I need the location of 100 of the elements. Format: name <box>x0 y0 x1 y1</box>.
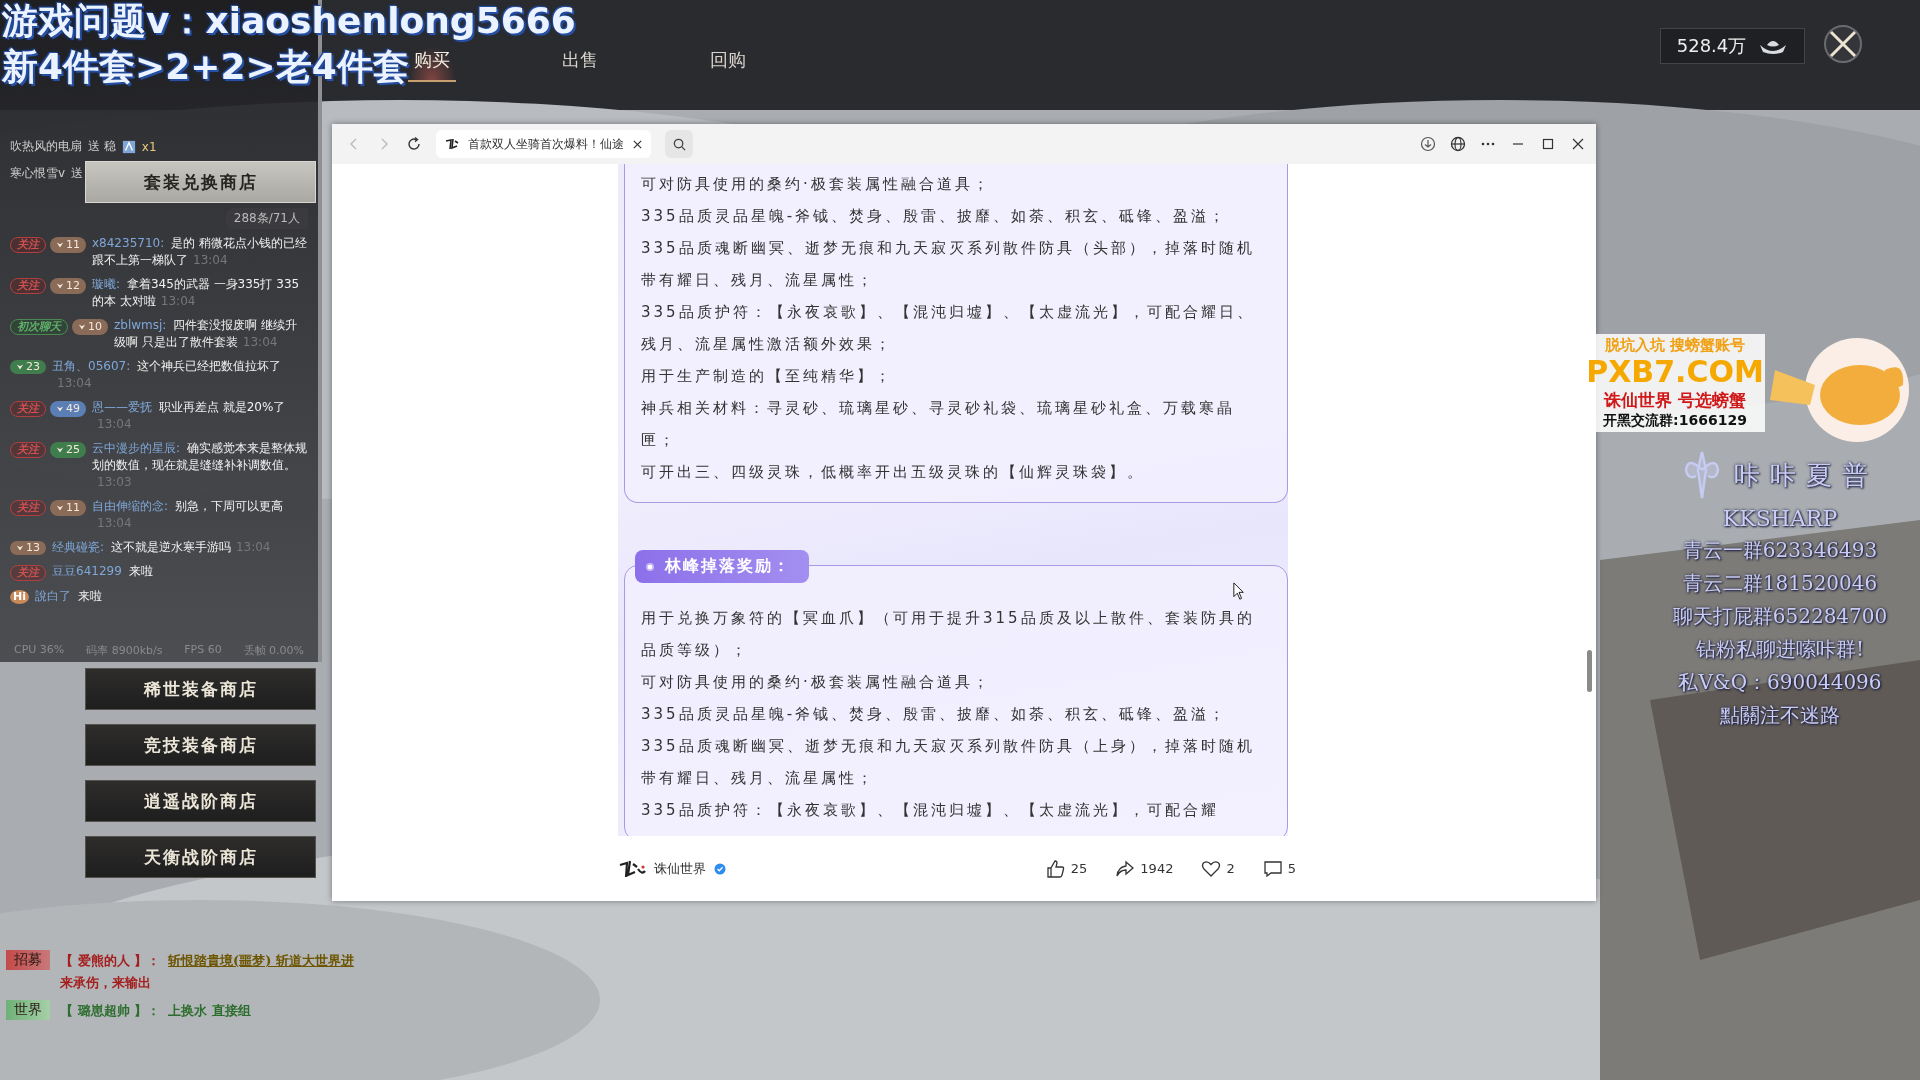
gift-icon <box>121 139 136 154</box>
shop-button[interactable]: 稀世装备商店 <box>85 668 316 710</box>
close-icon[interactable] <box>1570 136 1586 152</box>
user-tag: 关注 <box>10 278 46 294</box>
gift-count: x1 <box>141 139 157 154</box>
ribbon-icon <box>16 544 24 552</box>
world-chat-text: 来承伤，来输出 <box>60 974 151 992</box>
overlay-headline: 游戏问题v：xiaoshenlong5666 <box>2 0 576 43</box>
streamer-name: 咔咔夏普 <box>1734 458 1878 492</box>
emblem-icon <box>1682 450 1722 500</box>
ribbon-icon <box>78 323 86 331</box>
chat-message: 丑角、05607: 这个神兵已经把数值拉坏了 13:04 <box>52 358 283 392</box>
author-name[interactable]: 诛仙世界 <box>654 859 706 878</box>
globe-icon[interactable] <box>1450 136 1466 152</box>
maximize-icon[interactable] <box>1540 136 1556 152</box>
shop-button[interactable]: 逍遥战阶商店 <box>85 780 316 822</box>
chat-message: x84235710: 是的 稍微花点小钱的已经跟不上第一梯队了 13:04 <box>92 235 308 269</box>
article-line: 335品质魂断幽冥、逝梦无痕和九天寂灭系列散件防具（上身），掉落时随机带有耀日、残月、流星属性； <box>641 736 1256 789</box>
scrollbar-thumb[interactable] <box>1587 650 1592 692</box>
world-chat-text: 【 璐崽超帅 】： <box>60 1002 161 1020</box>
gift-user: 寒心恨雪v <box>10 165 66 182</box>
refresh-icon[interactable] <box>406 136 422 152</box>
chat-message: 璇曦: 拿着345的武器 一身335打 335的本 太对啦 13:04 <box>92 276 301 310</box>
ribbon-icon <box>16 363 24 371</box>
ribbon-icon <box>56 446 64 454</box>
perf-stat: 丢帧 0.00% <box>243 643 304 658</box>
shop-button[interactable]: 套装兑换商店 <box>85 161 316 203</box>
shop-tab[interactable]: 购买 <box>408 46 456 82</box>
chat-message: 說白了 来啦 <box>35 588 103 605</box>
heading-text: 林峰掉落奖励： <box>665 556 791 577</box>
user-tag: 初次聊天 <box>10 319 68 335</box>
fan-level: 13 <box>26 541 40 555</box>
gift-text: 送 稳 <box>88 138 116 155</box>
message-counter: 288条/71人 <box>225 208 308 229</box>
user-tag: 关注 <box>10 237 46 253</box>
cursor-icon <box>1233 582 1245 601</box>
download-icon[interactable] <box>1420 136 1436 152</box>
fan-level: 10 <box>88 320 102 334</box>
like-button[interactable]: 25 <box>1045 858 1088 879</box>
perf-stat: FPS 60 <box>184 643 222 658</box>
article-line: 可对防具使用的桑约·极套装属性融合道具； <box>641 174 992 195</box>
browser-tab[interactable]: 首款双人坐骑首次爆料！仙途 <box>436 130 651 158</box>
chat-link[interactable]: 斩恨踏貴境(噩梦) 斩道大世界进 <box>168 950 354 972</box>
article-line: 神兵相关材料：寻灵砂、琉璃星砂、寻灵砂礼袋、琉璃星砂礼盒、万载寒晶匣； <box>641 398 1236 451</box>
article-line: 335品质灵品星魄-斧钺、焚身、殷雷、披靡、如荼、积玄、砥锋、盈溢； <box>641 206 1229 227</box>
share-arrow-icon <box>1115 858 1136 879</box>
gift-user: 吹热风的电扇 <box>10 138 82 155</box>
comment-button[interactable]: 5 <box>1262 858 1296 879</box>
ad-group-number: 开黑交流群:1666129 <box>1603 412 1747 430</box>
overlay-subline: 新4件套>2+2>老4件套 <box>2 45 409 89</box>
world-chat-text: 【 爱熊的人 】： <box>60 952 161 970</box>
ad-tagline: 诛仙世界 号选螃蟹 <box>1604 389 1746 412</box>
ribbon-icon <box>56 504 64 512</box>
search-icon <box>671 136 687 152</box>
heart-icon <box>1201 858 1222 879</box>
ribbon-icon <box>56 405 64 413</box>
dot-icon <box>645 561 655 572</box>
comment-icon <box>1262 858 1283 879</box>
user-tag: Hi <box>10 590 29 604</box>
fan-level: 23 <box>26 360 40 374</box>
streamer-info: 聊天打屁群652284700 <box>1672 603 1888 630</box>
streamer-handle: KKSHARP <box>1722 506 1838 531</box>
article-line: 用于兑换万象符的【冥血爪】（可用于提升315品质及以上散件、套装防具的品质等级）； <box>641 608 1256 661</box>
fan-level: 12 <box>66 279 80 293</box>
ribbon-icon <box>56 241 64 249</box>
streamer-info: 青云二群181520046 <box>1682 570 1878 597</box>
streamer-info: 青云一群623346493 <box>1682 537 1878 564</box>
share-button[interactable]: 1942 <box>1115 858 1174 879</box>
channel-tag: 招募 <box>6 950 50 970</box>
close-icon[interactable] <box>1823 24 1863 64</box>
shop-tab[interactable]: 出售 <box>556 46 604 82</box>
close-icon[interactable] <box>632 138 643 150</box>
article-line: 可开出三、四级灵珠，低概率开出五级灵珠的【仙辉灵珠袋】。 <box>641 462 1146 483</box>
shop-tab[interactable]: 回购 <box>704 46 752 82</box>
streamer-info: 點關注不迷路 <box>1720 702 1840 729</box>
article-line: 用于生产制造的【至纯精华】； <box>641 366 894 387</box>
article-line: 335品质灵品星魄-斧钺、焚身、殷雷、披靡、如荼、积玄、砥锋、盈溢； <box>641 704 1229 725</box>
article-line: 335品质魂断幽冥、逝梦无痕和九天寂灭系列散件防具（头部），掉落时随机带有耀日、残月、流星属性； <box>641 238 1256 291</box>
favorite-button[interactable]: 2 <box>1201 858 1235 879</box>
ribbon-icon <box>56 282 64 290</box>
user-tag: 关注 <box>10 500 46 516</box>
gift-text: 送 <box>71 165 84 182</box>
search-button[interactable] <box>665 130 693 158</box>
chat-message: 豆豆641299 来啦 <box>52 563 154 580</box>
user-tag: 关注 <box>10 442 46 458</box>
article-line: 可对防具使用的桑约·极套装属性融合道具； <box>641 672 992 693</box>
thumbs-up-icon <box>1045 858 1066 879</box>
shop-button[interactable]: 竞技装备商店 <box>85 724 316 766</box>
user-tag: 关注 <box>10 565 46 581</box>
article-line: 335品质护符：【永夜哀歌】、【混沌归墟】、【太虚流光】，可配合耀 <box>641 800 1220 821</box>
fan-level: 11 <box>66 501 80 515</box>
chat-message: zblwmsj: 四件套没报废啊 继续升级啊 只是出了散件套装 13:04 <box>114 317 299 351</box>
shop-button[interactable]: 天衡战阶商店 <box>85 836 316 878</box>
fan-level: 11 <box>66 238 80 252</box>
streamer-info: 私V&Q：690044096 <box>1678 669 1882 696</box>
world-chat-text: 上换水 直接组 <box>168 1002 251 1020</box>
article-line: 335品质护符：【永夜哀歌】、【混沌归墟】、【太虚流光】，可配合耀日、残月、流星属性激活额外效果； <box>641 302 1256 355</box>
ad-slogan: 脱坑入坑 搜螃蟹账号 <box>1604 336 1746 355</box>
brush-logo-icon <box>444 136 460 152</box>
fan-level: 49 <box>66 402 80 416</box>
